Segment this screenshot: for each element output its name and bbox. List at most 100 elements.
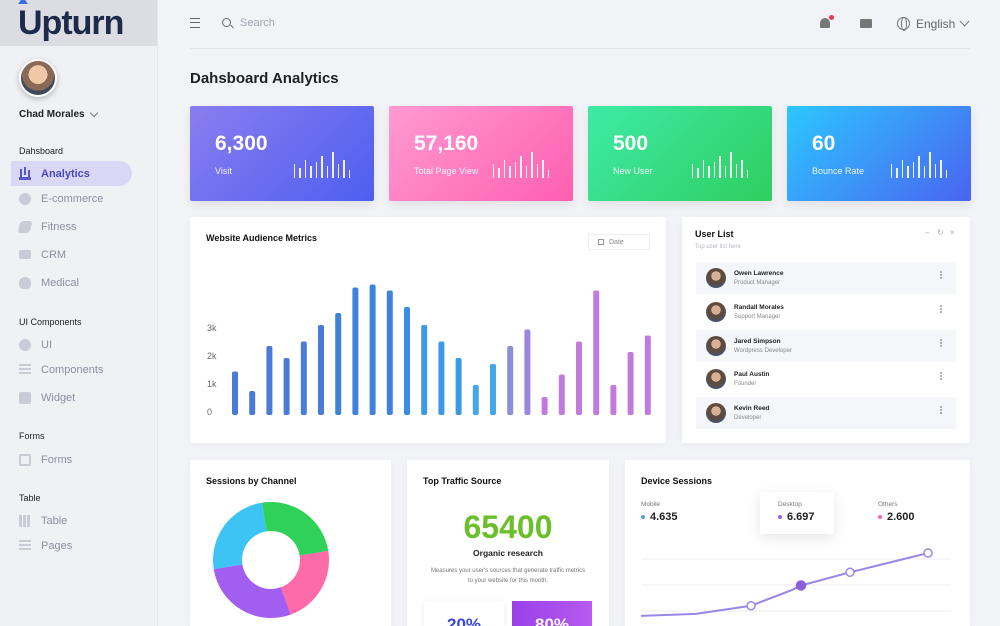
stat-value: 60 [812,132,836,155]
layers-icon [19,363,31,376]
sparkline-bar [691,164,693,178]
date-filter-button[interactable]: Date [588,234,650,250]
sidebar-item-label: UI [41,338,52,351]
refresh-icon[interactable]: ↻ [937,228,944,237]
menu-icon[interactable] [190,18,200,28]
chart-bar [472,385,479,415]
chart-bar [524,329,531,415]
list-item[interactable]: Randall Morales Support Manager [696,296,956,328]
bar-chart-icon [19,168,31,180]
chart-bar [455,358,462,415]
device-label: Mobile [641,501,661,508]
sidebar-item-components[interactable]: Components [11,357,132,382]
sparkline-bar [514,162,516,178]
document-icon [19,453,31,466]
search-icon[interactable] [222,18,231,27]
chart-bar [610,385,617,415]
traffic-title: Top Traffic Source [423,476,502,486]
sidebar-item-forms[interactable]: Forms [11,447,132,472]
mail-icon[interactable] [860,19,872,28]
chart-bar [576,341,582,415]
user-menu[interactable]: Chad Morales [19,108,98,120]
stat-label: Visit [215,166,232,176]
series-line [641,552,929,617]
sidebar-item-label: Fitness [41,220,77,233]
chart-bar [627,352,634,415]
sparkline-bar [326,166,328,178]
logo[interactable]: Upturn [18,0,124,42]
chart-bar [352,287,359,415]
sidebar-item-label: Medical [41,276,79,289]
sidebar-item-ui[interactable]: UI [11,332,132,357]
avatar[interactable] [19,59,57,97]
y-tick: 1k [207,379,217,389]
sparkline-bar [702,160,704,178]
more-vertical-icon[interactable] [940,342,942,344]
list-item[interactable]: Owen Lawrence Product Manager [696,262,956,294]
sparkline-bar [912,162,914,178]
sidebar-item-medical[interactable]: Medical [11,270,132,295]
globe-icon[interactable] [897,17,910,31]
data-point [845,567,855,578]
sparkline-bar [509,166,511,178]
more-vertical-icon[interactable] [940,274,942,276]
list-item[interactable]: Jared Simpson Wordpress Developer [696,330,956,362]
avatar [706,336,726,356]
chart-bar [438,341,445,415]
chart-bar [644,335,651,415]
user-name: Chad Morales [19,109,85,120]
search-input[interactable] [240,14,440,32]
sparkline-bar [547,170,549,178]
donut-slice [280,550,329,615]
chart-bar [232,371,238,415]
stat-card-new-user[interactable]: 500 New User [588,106,772,201]
sidebar-item-crm[interactable]: CRM [11,242,132,267]
sparkline-bar [901,160,903,178]
check-circle-icon [19,338,31,351]
sidebar-item-label: Table [41,514,68,527]
sidebar-item-table[interactable]: Table [11,508,132,533]
stat-card-visit[interactable]: 6,300 Visit [190,106,374,201]
chevron-down-icon[interactable] [959,16,970,27]
language-select[interactable]: English [916,17,955,31]
more-vertical-icon[interactable] [940,308,942,310]
minimize-icon[interactable]: – [925,228,929,237]
stat-label: Bounce Rate [812,166,865,176]
stat-card-bounce-rate[interactable]: 60 Bounce Rate [787,106,971,201]
more-vertical-icon[interactable] [940,375,942,377]
sidebar-item-ecommerce[interactable]: E-commerce [11,186,132,211]
running-icon [17,220,33,233]
more-vertical-icon[interactable] [940,409,942,411]
close-icon[interactable]: × [950,228,955,237]
stat-card-page-view[interactable]: 57,160 Total Page View [389,106,573,201]
traffic-box-2: 80% [512,601,592,626]
table-icon [19,514,31,527]
sidebar-item-fitness[interactable]: Fitness [11,214,132,239]
sparkline-bar [945,170,947,178]
chart-bar [507,346,514,415]
user-list-title: User List [695,229,734,239]
sparkline-bar [934,164,936,178]
sparkline-bar [293,164,295,178]
sparkline-bar [724,166,726,178]
chart-bar [266,346,273,415]
sparkline-bar [348,170,350,178]
monitor-icon [19,250,31,259]
user-role: Product Manager [734,280,781,286]
bell-icon[interactable] [820,15,834,28]
sidebar-item-pages[interactable]: Pages [11,533,132,558]
avatar [706,403,726,423]
list-item[interactable]: Kevin Reed Developer [696,397,956,429]
sparkline-bar [310,166,312,178]
sidebar-item-widget[interactable]: Widget [11,385,132,410]
logo-arrow-icon [18,0,28,4]
sparkline-bar [503,160,505,178]
sidebar-item-analytics[interactable]: Analytics [11,161,132,186]
channel-donut-chart [213,502,329,618]
list-item[interactable]: Paul Austin Founder [696,363,956,395]
logo-text: Upturn [18,4,124,42]
heart-icon [19,276,31,289]
section-title-forms: Forms [19,431,45,441]
user-role: Support Manager [734,314,781,320]
traffic-subtitle: Organic research [473,548,543,558]
